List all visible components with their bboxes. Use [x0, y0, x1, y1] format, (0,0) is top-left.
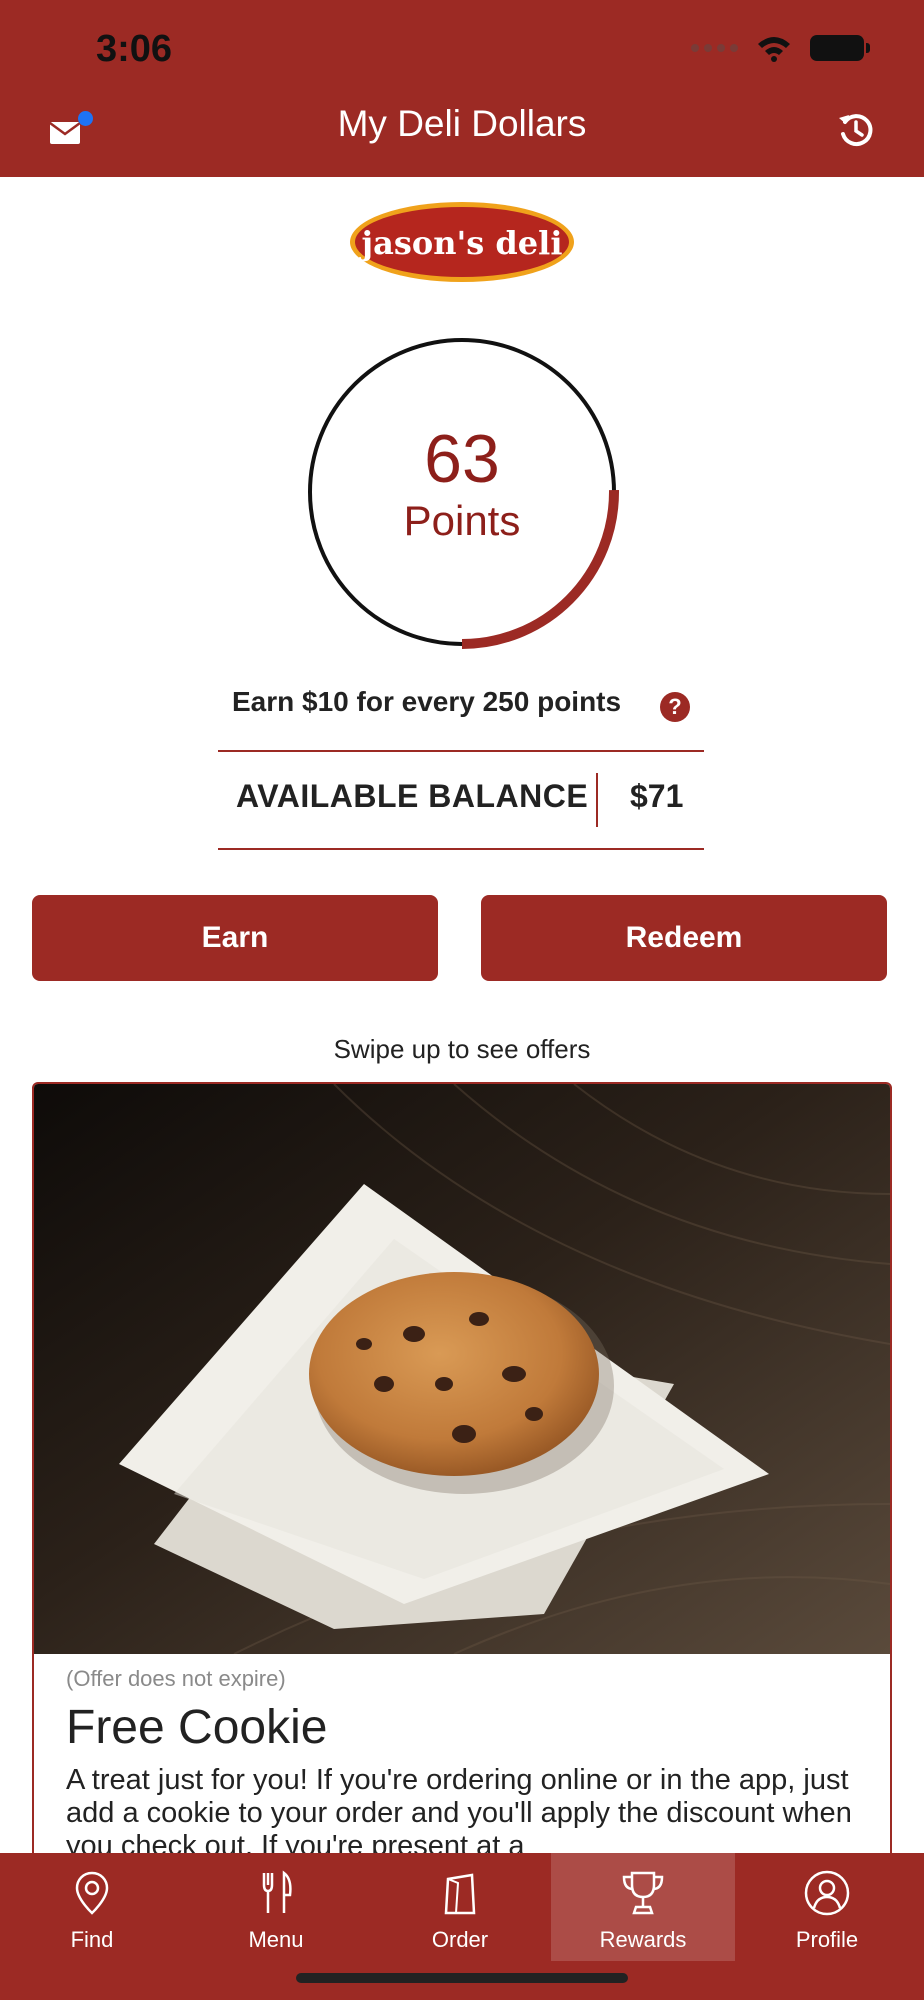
tab-label: Find: [70, 1927, 114, 1952]
page-title: My Deli Dollars: [337, 103, 587, 144]
tab-label: Order: [431, 1927, 489, 1952]
points-value: 63: [424, 421, 500, 497]
jasons-deli-logo: jason's deli: [350, 202, 574, 282]
signal-icon: [691, 44, 738, 52]
home-indicator: [296, 1973, 628, 1983]
swipe-hint: Swipe up to see offers: [333, 1034, 591, 1064]
balance-label: AVAILABLE BALANCE: [236, 778, 589, 814]
redeem-button[interactable]: Redeem: [481, 895, 887, 981]
person-icon: [804, 1870, 850, 1916]
status-icons: [691, 34, 870, 62]
earn-button[interactable]: Earn: [32, 895, 438, 981]
offer-title: Free Cookie: [66, 1701, 328, 1754]
battery-icon: [810, 35, 870, 61]
wifi-icon: [758, 37, 790, 62]
tab-rewards[interactable]: Rewards: [551, 1853, 735, 1961]
logo-text: jason's deli: [359, 224, 563, 262]
history-icon[interactable]: [836, 110, 876, 150]
tab-label: Menu: [248, 1927, 304, 1952]
balance-value: $71: [630, 778, 684, 814]
tab-label: Profile: [795, 1927, 859, 1952]
points-label: Points: [403, 497, 521, 544]
status-time: 3:06: [96, 28, 173, 70]
fork-knife-icon: [262, 1870, 292, 1913]
location-pin-icon: [75, 1871, 109, 1915]
tab-order[interactable]: Order: [368, 1853, 552, 1961]
offer-description: A treat just for you! If you're ordering…: [66, 1764, 852, 1862]
cookie-offer-image: [34, 1084, 890, 1654]
offer-card[interactable]: (Offer does not expire) Free Cookie A tr…: [32, 1082, 892, 1962]
tab-profile[interactable]: Profile: [735, 1853, 919, 1961]
earn-info-text: Earn $10 for every 250 points: [232, 686, 622, 717]
tab-label: Rewards: [599, 1927, 687, 1952]
divider-bottom: [218, 848, 704, 850]
trophy-icon: [622, 1871, 664, 1915]
help-icon[interactable]: ?: [660, 692, 690, 722]
balance-separator: [596, 773, 598, 827]
divider-top: [218, 750, 704, 752]
bag-icon: [444, 1873, 476, 1915]
tab-menu[interactable]: Menu: [184, 1853, 368, 1961]
tab-find[interactable]: Find: [0, 1853, 184, 1961]
offer-expiry: (Offer does not expire): [66, 1666, 286, 1691]
app-header: 3:06 My Deli Dollars: [0, 0, 924, 177]
